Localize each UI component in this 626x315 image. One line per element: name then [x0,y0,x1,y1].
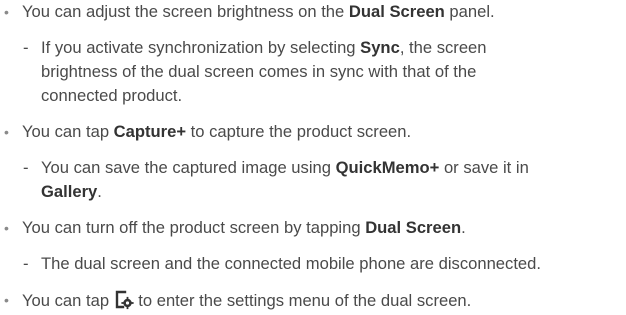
text-segment: If you activate synchronization by selec… [41,38,361,57]
text-segment: You can save the captured image using [41,158,336,177]
text-segment: You can turn off the product screen by t… [22,218,366,237]
dash-marker: - [23,158,29,177]
bold-term: Dual Screen [348,2,445,21]
settings-icon [114,290,134,310]
bold-term: Capture+ [113,122,187,141]
bold-term: Gallery [41,182,98,201]
sub-text: brightness of the dual screen comes in s… [41,62,477,81]
text-segment: , the screen [399,38,487,57]
text-segment: to capture the product screen. [186,122,412,141]
bullet-marker: • [4,220,9,236]
bullet-marker: • [4,4,9,20]
bold-term: Sync [360,38,400,57]
text-segment: You can tap [22,122,114,141]
instruction-list: • You can adjust the screen brightness o… [0,0,626,315]
bold-term: QuickMemo+ [335,158,440,177]
sub-text: If you activate synchronization by selec… [41,38,487,58]
text-segment: or save it in [439,158,529,177]
sub-text: Gallery. [41,182,102,202]
text-segment: . [461,218,466,237]
sub-text: The dual screen and the connected mobile… [41,254,542,273]
bullet-marker: • [4,292,9,308]
sub-text: connected product. [41,86,183,105]
text-segment: You can tap [22,291,114,310]
text-segment: panel. [444,2,495,21]
bold-term: Dual Screen [365,218,462,237]
text-segment: You can adjust the screen brightness on … [22,2,349,21]
dash-marker: - [23,254,29,273]
text-segment: to enter the settings menu of the dual s… [133,291,472,310]
bullet-text: You can tap to enter the settings menu o… [22,290,471,311]
bullet-text: You can turn off the product screen by t… [22,218,466,238]
bullet-text: You can tap Capture+ to capture the prod… [22,122,411,142]
sub-text: You can save the captured image using Qu… [41,158,529,178]
dash-marker: - [23,38,29,57]
text-segment: . [97,182,102,201]
bullet-text: You can adjust the screen brightness on … [22,2,495,22]
bullet-marker: • [4,124,9,140]
